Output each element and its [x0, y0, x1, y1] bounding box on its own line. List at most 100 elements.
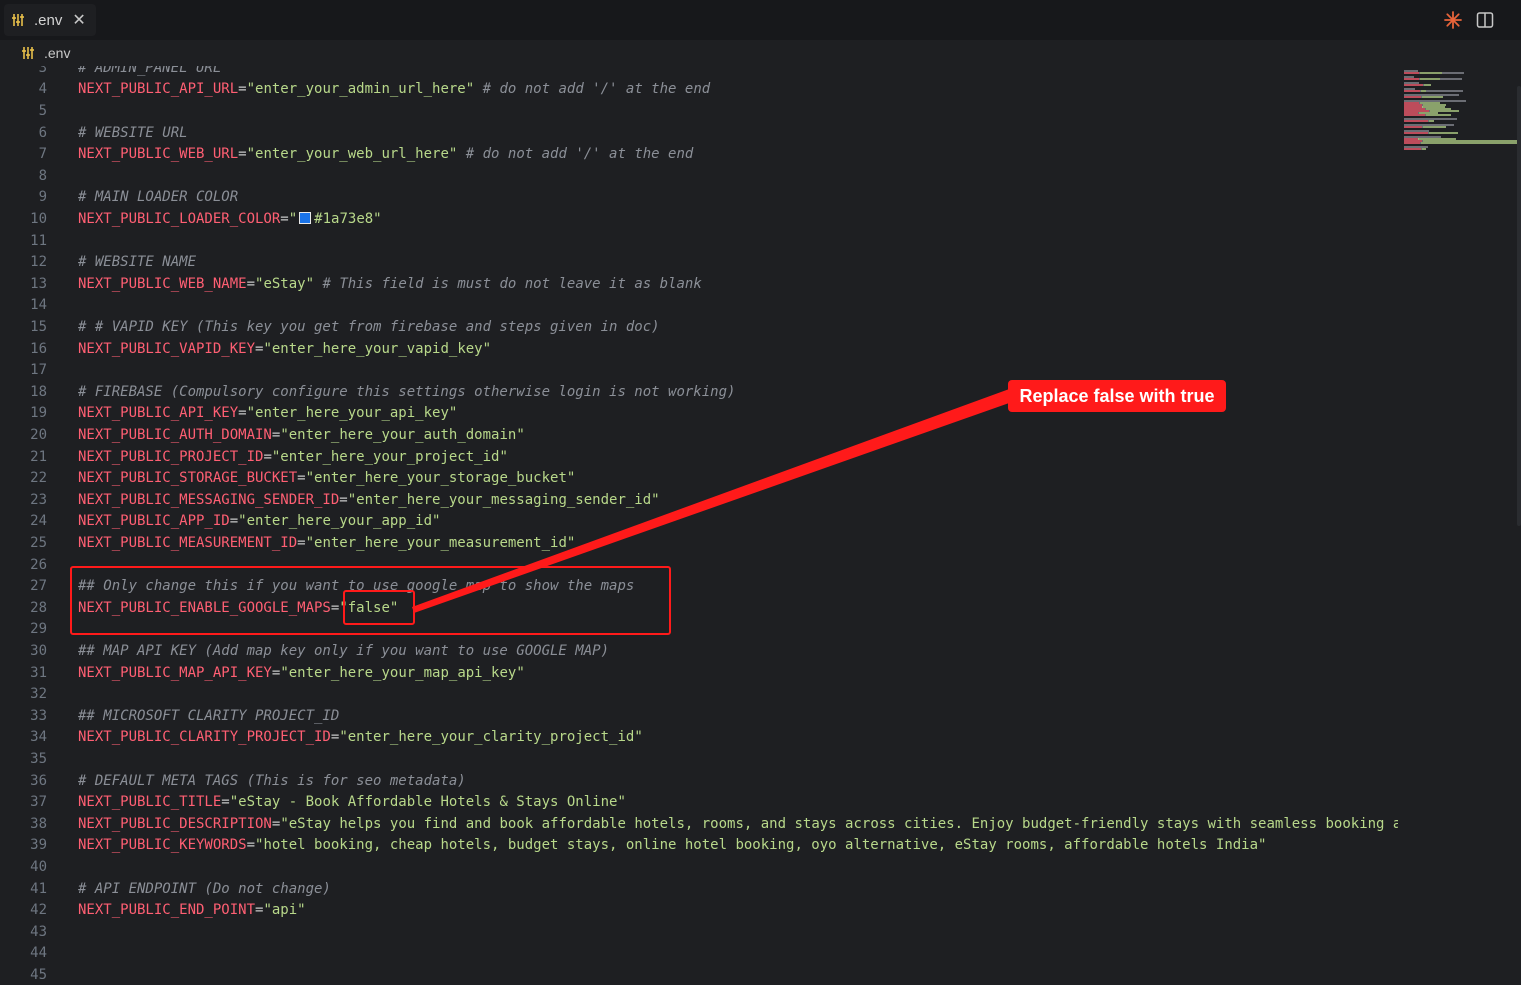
code-line[interactable]: 26: [0, 555, 1398, 577]
line-number: 38: [30, 815, 47, 832]
tab-env[interactable]: .env ✕: [4, 4, 96, 36]
code-line[interactable]: 11: [0, 231, 1398, 253]
minimap-line: [1428, 120, 1435, 122]
env-value: "api": [263, 902, 306, 919]
code-line[interactable]: 17: [0, 360, 1398, 382]
code-line[interactable]: 8: [0, 166, 1398, 188]
code-line[interactable]: 39 NEXT_PUBLIC_KEYWORDS="hotel booking, c…: [0, 835, 1398, 857]
line-number: 29: [30, 621, 47, 638]
code-line[interactable]: 22 NEXT_PUBLIC_STORAGE_BUCKET="enter_here…: [0, 468, 1398, 490]
line-number: 11: [30, 232, 47, 249]
env-value: "enter_here_your_app_id": [238, 513, 441, 530]
env-value: #1a73e8": [314, 211, 382, 227]
line-number: 36: [30, 772, 47, 789]
code-line[interactable]: 5: [0, 101, 1398, 123]
line-number: 25: [30, 535, 47, 551]
line-number: 35: [30, 751, 47, 767]
code-line[interactable]: 36 # DEFAULT META TAGS (This is for seo m…: [0, 771, 1398, 793]
line-content: # FIREBASE (Compulsory configure this se…: [78, 382, 735, 404]
line-content: NEXT_PUBLIC_MEASUREMENT_ID="enter_here_y…: [78, 533, 575, 555]
line-content: NEXT_PUBLIC_KEYWORDS="hotel booking, che…: [78, 835, 1266, 857]
equals-sign: =: [246, 275, 256, 292]
line-number: 14: [30, 297, 47, 314]
code-line[interactable]: 37 NEXT_PUBLIC_TITLE="eStay - Book Afford…: [0, 792, 1398, 814]
line-content: NEXT_PUBLIC_PROJECT_ID="enter_here_your_…: [78, 447, 508, 469]
line-number: 9: [38, 189, 47, 206]
minimap[interactable]: [1398, 66, 1521, 985]
minimap-line: [1404, 142, 1420, 144]
comment-text: ## MAP API KEY (Add map key only if you …: [78, 643, 610, 659]
code-line[interactable]: 33 ## MICROSOFT CLARITY PROJECT_ID: [0, 706, 1398, 728]
line-number: 3: [38, 66, 47, 76]
code-line[interactable]: 30 ## MAP API KEY (Add map key only if yo…: [0, 641, 1398, 663]
env-key: NEXT_PUBLIC_PROJECT_ID: [78, 448, 264, 465]
env-key: NEXT_PUBLIC_APP_ID: [78, 513, 230, 530]
line-number: 30: [30, 643, 47, 659]
env-value: "enter_here_your_vapid_key": [263, 340, 492, 357]
env-key: NEXT_PUBLIC_WEB_NAME: [78, 275, 247, 292]
code-line[interactable]: 21 NEXT_PUBLIC_PROJECT_ID="enter_here_you…: [0, 447, 1398, 469]
env-key: NEXT_PUBLIC_STORAGE_BUCKET: [78, 470, 298, 487]
code-line[interactable]: 10 NEXT_PUBLIC_LOADER_COLOR=" #1a73e8": [0, 209, 1398, 231]
scrollbar-thumb[interactable]: [1517, 86, 1521, 526]
line-content: NEXT_PUBLIC_DESCRIPTION="eStay helps you…: [78, 814, 1398, 836]
line-number: 17: [30, 362, 47, 379]
comment-text: # API ENDPOINT (Do not change): [78, 880, 331, 897]
code-line[interactable]: 15 # # VAPID KEY (This key you get from f…: [0, 317, 1398, 339]
code-line[interactable]: 13 NEXT_PUBLIC_WEB_NAME="eStay" # This fi…: [0, 274, 1398, 296]
code-line[interactable]: 20 NEXT_PUBLIC_AUTH_DOMAIN="enter_here_yo…: [0, 425, 1398, 447]
code-line[interactable]: 43: [0, 922, 1398, 944]
code-line[interactable]: 42 NEXT_PUBLIC_END_POINT="api": [0, 900, 1398, 922]
line-content: # API ENDPOINT (Do not change): [78, 879, 331, 901]
code-line[interactable]: 28 NEXT_PUBLIC_ENABLE_GOOGLE_MAPS="false": [0, 598, 1398, 620]
code-line[interactable]: 7 NEXT_PUBLIC_WEB_URL="enter_your_web_url…: [0, 144, 1398, 166]
line-number: 39: [30, 837, 47, 854]
code-line[interactable]: 4 NEXT_PUBLIC_API_URL="enter_your_admin_u…: [0, 79, 1398, 101]
code-line[interactable]: 3 # ADMIN_PANEL URL: [0, 66, 1398, 79]
sparkle-icon[interactable]: [1443, 10, 1463, 30]
code-line[interactable]: 6 # WEBSITE URL: [0, 123, 1398, 145]
code-line[interactable]: 24 NEXT_PUBLIC_APP_ID="enter_here_your_ap…: [0, 511, 1398, 533]
line-number: 12: [30, 254, 47, 271]
code-line[interactable]: 44: [0, 943, 1398, 965]
split-editor-icon[interactable]: [1475, 10, 1495, 30]
code-line[interactable]: 34 NEXT_PUBLIC_CLARITY_PROJECT_ID="enter_…: [0, 727, 1398, 749]
comment-text: # # VAPID KEY (This key you get from fir…: [78, 319, 660, 335]
env-value: "enter_here_your_messaging_sender_id": [347, 491, 660, 508]
breadcrumb-filename[interactable]: .env: [44, 45, 70, 61]
code-line[interactable]: 32: [0, 684, 1398, 706]
env-value: "eStay helps you find and book affordabl…: [280, 815, 1398, 832]
code-line[interactable]: 31 NEXT_PUBLIC_MAP_API_KEY="enter_here_yo…: [0, 663, 1398, 685]
line-number: 33: [30, 707, 47, 724]
line-content: NEXT_PUBLIC_AUTH_DOMAIN="enter_here_your…: [78, 425, 525, 447]
code-line[interactable]: 25 NEXT_PUBLIC_MEASUREMENT_ID="enter_here…: [0, 533, 1398, 555]
code-line[interactable]: 16 NEXT_PUBLIC_VAPID_KEY="enter_here_your…: [0, 339, 1398, 361]
code-line[interactable]: 35: [0, 749, 1398, 771]
equals-sign: =: [238, 405, 247, 422]
env-key: NEXT_PUBLIC_MAP_API_KEY: [78, 664, 272, 681]
line-content: NEXT_PUBLIC_MESSAGING_SENDER_ID="enter_h…: [78, 490, 660, 512]
line-number: 44: [30, 945, 47, 962]
code-line[interactable]: 9 # MAIN LOADER COLOR: [0, 187, 1398, 209]
line-number: 41: [30, 880, 47, 897]
code-line[interactable]: 23 NEXT_PUBLIC_MESSAGING_SENDER_ID="enter…: [0, 490, 1398, 512]
env-key: NEXT_PUBLIC_API_URL: [78, 81, 239, 98]
code-line[interactable]: 45: [0, 965, 1398, 985]
close-icon[interactable]: ✕: [72, 10, 85, 30]
code-line[interactable]: 14: [0, 295, 1398, 317]
code-line[interactable]: 40: [0, 857, 1398, 879]
breadcrumb: .env: [0, 40, 1521, 66]
code-line[interactable]: 29: [0, 619, 1398, 641]
code-line[interactable]: 41 # API ENDPOINT (Do not change): [0, 879, 1398, 901]
line-number: 5: [38, 103, 47, 119]
comment-text: # MAIN LOADER COLOR: [78, 189, 239, 206]
code-line[interactable]: 12 # WEBSITE NAME: [0, 252, 1398, 274]
env-value: "enter_here_your_auth_domain": [280, 427, 525, 443]
code-line[interactable]: 27 ## Only change this if you want to use…: [0, 576, 1398, 598]
code-line[interactable]: 38 NEXT_PUBLIC_DESCRIPTION="eStay helps y…: [0, 814, 1398, 836]
code-editor[interactable]: 3 # ADMIN_PANEL URL 4 NEXT_PUBLIC_API_URL="…: [0, 66, 1398, 985]
line-content: NEXT_PUBLIC_WEB_URL="enter_your_web_url_…: [78, 144, 693, 166]
line-number: 40: [30, 859, 47, 875]
comment-text: # WEBSITE NAME: [78, 254, 197, 271]
color-swatch[interactable]: [299, 212, 312, 224]
